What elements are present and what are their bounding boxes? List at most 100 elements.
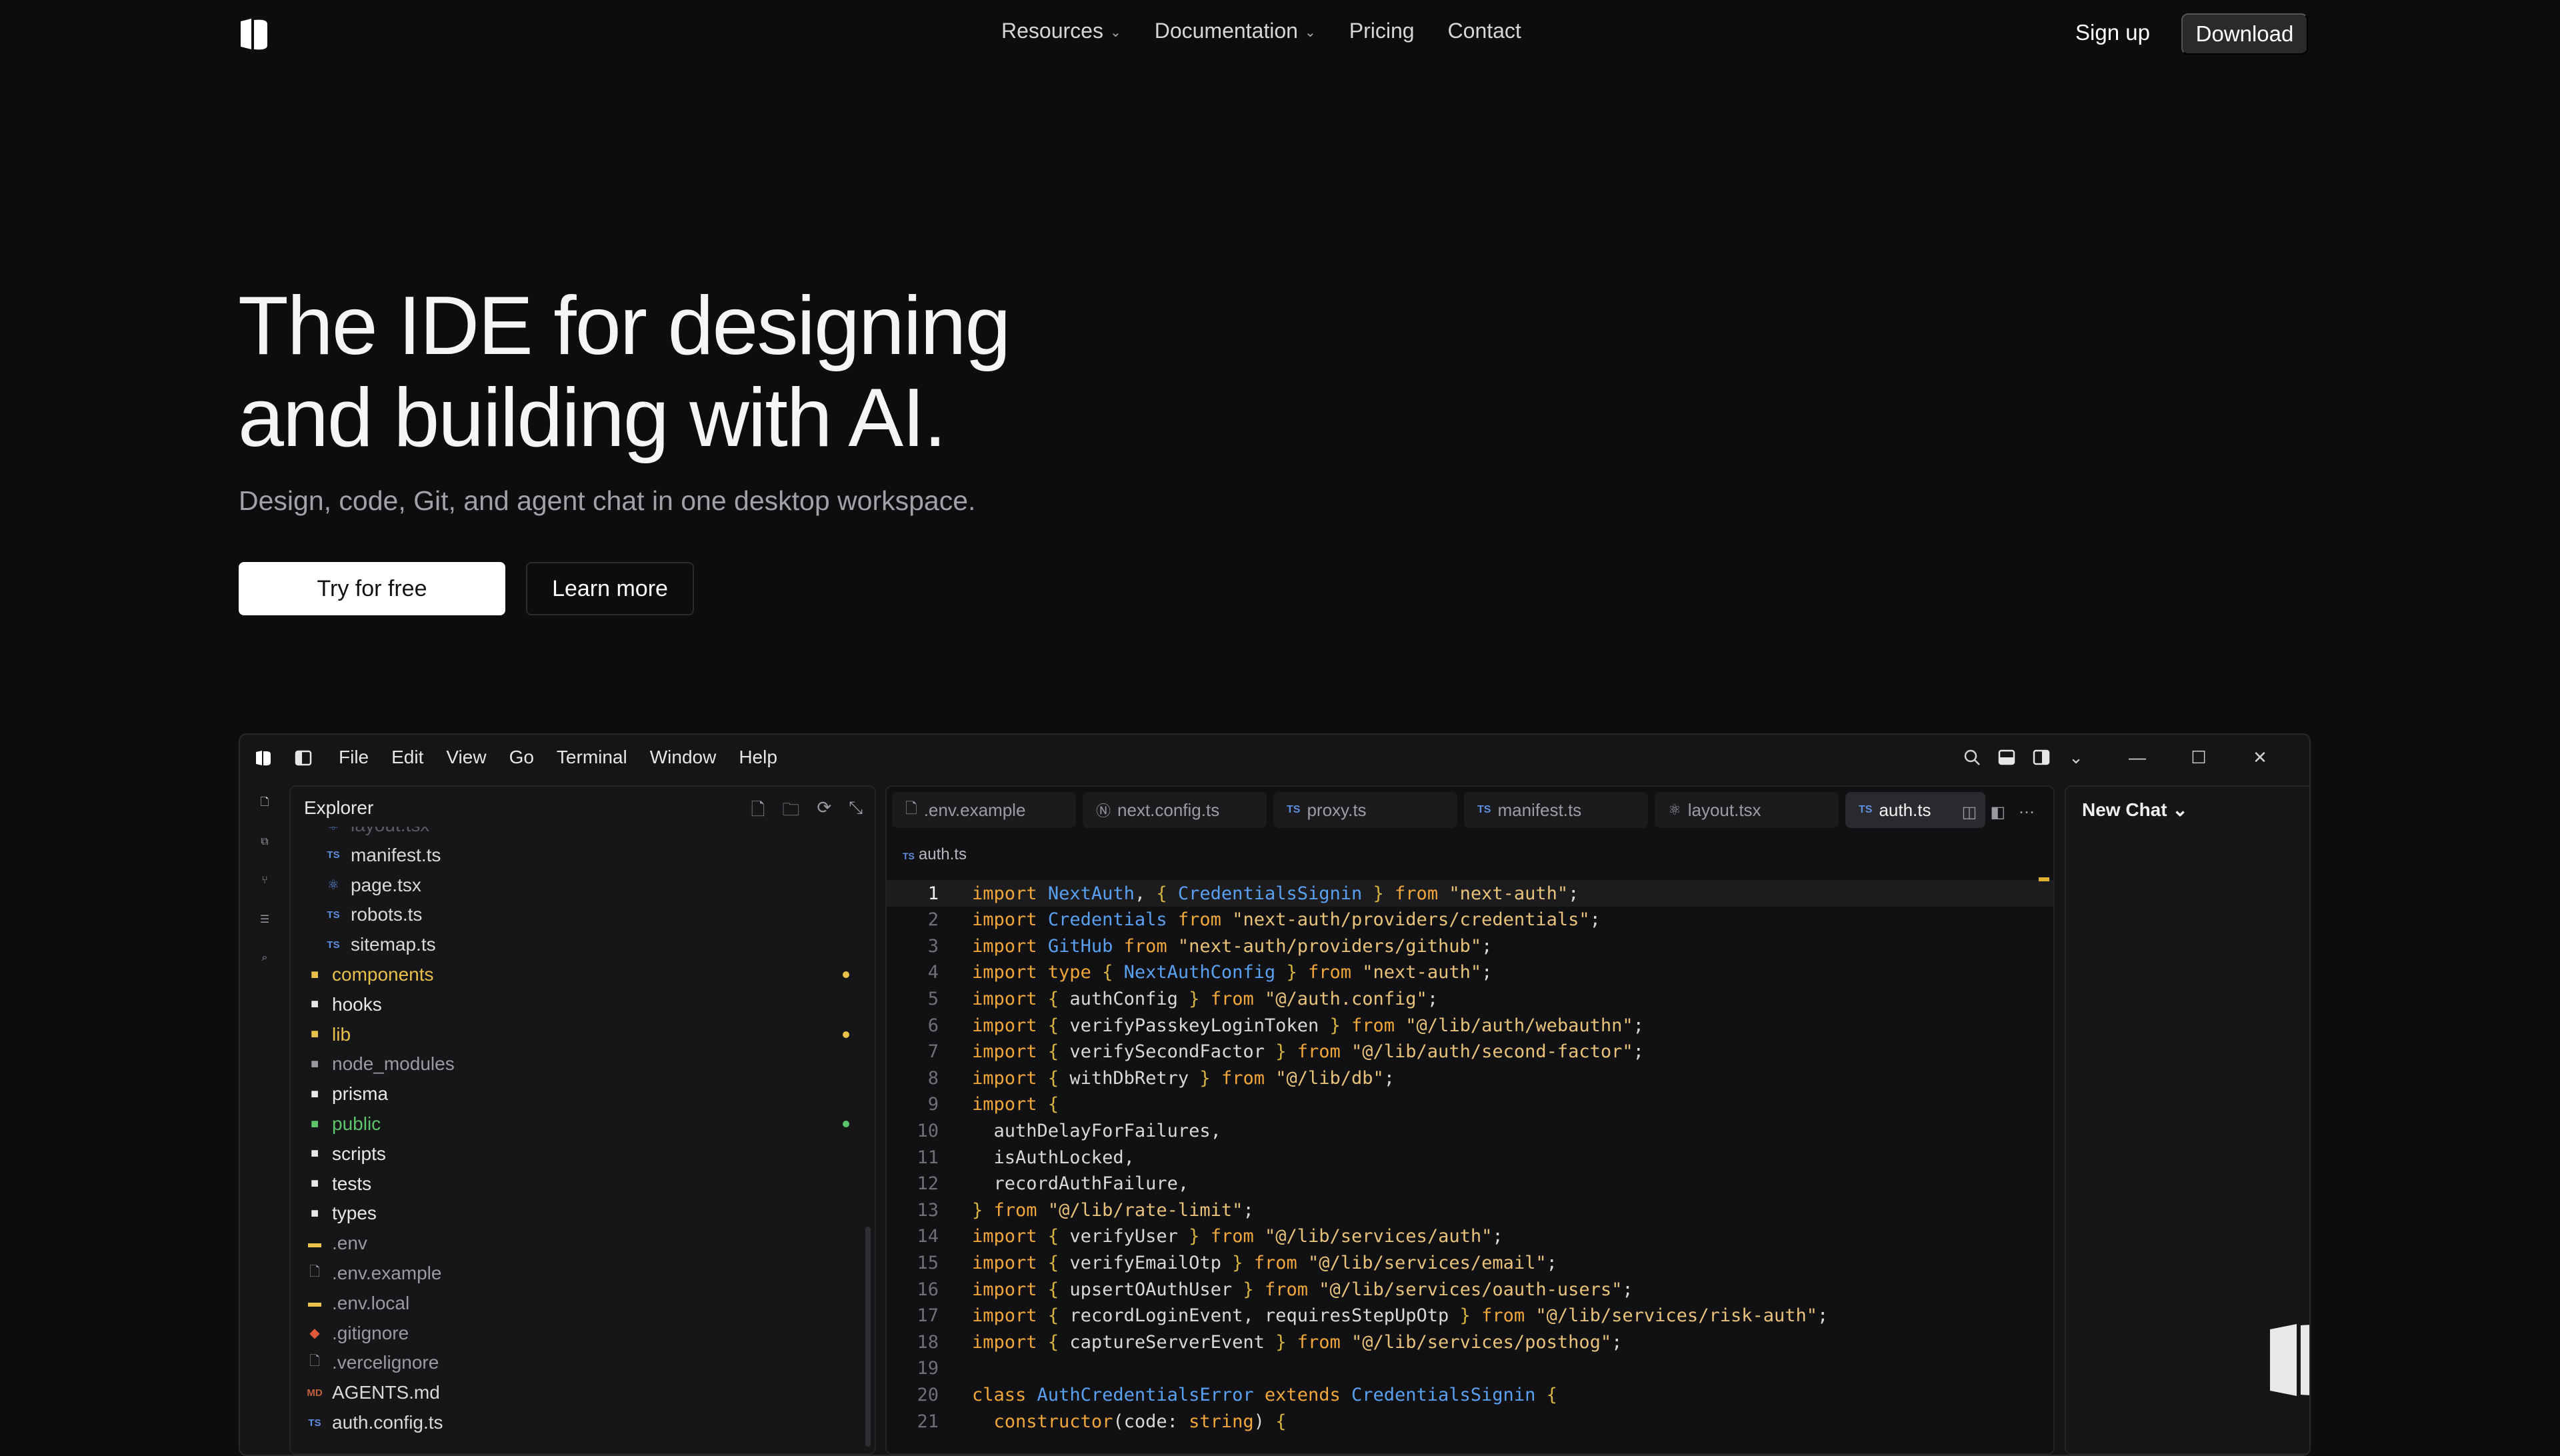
tree-item[interactable]: ⚛ page.tsx (291, 871, 875, 900)
tree-item[interactable]: ■ hooks (291, 990, 875, 1019)
breadcrumb[interactable]: TS auth.ts (903, 845, 967, 864)
tree-item[interactable]: 🗋 .vercelignore (291, 1348, 875, 1377)
git-branch-icon[interactable]: ⑂ (255, 871, 275, 891)
tree-item-label: auth.config.ts (332, 1412, 443, 1433)
tree-item[interactable]: 🗋 .env.example (291, 1259, 875, 1288)
tab-label: proxy.ts (1307, 799, 1367, 820)
tree-item[interactable]: ■ node_modules (291, 1049, 875, 1079)
nav-documentation[interactable]: Documentation ⌄ (1155, 19, 1316, 43)
tree-item[interactable]: MD AGENTS.md (291, 1378, 875, 1407)
nav-pricing[interactable]: Pricing (1349, 19, 1415, 43)
code-text: import { verifyUser } from "@/lib/servic… (972, 1226, 1503, 1247)
menu-help[interactable]: Help (739, 747, 777, 768)
line-number: 8 (927, 1067, 939, 1089)
tab-proxy-ts[interactable]: TS proxy.ts (1273, 792, 1457, 828)
file-icon: 🗋 (309, 1265, 321, 1279)
ide-titlebar: File Edit View Go Terminal Window Help ⌄… (240, 735, 2309, 779)
line-number: 1 (927, 883, 939, 904)
tree-item[interactable]: ⚛ layout.tsx (291, 827, 875, 840)
code-text: import { authConfig } from "@/auth.confi… (972, 988, 1439, 1009)
line-number: 21 (917, 1411, 939, 1432)
tab-label: auth.ts (1879, 799, 1931, 820)
tree-item[interactable]: ■ components (291, 960, 875, 989)
code-text: import NextAuth, { CredentialsSignin } f… (972, 883, 1579, 904)
env-icon: ▬ (308, 1235, 321, 1251)
folder-icon: ■ (310, 997, 319, 1012)
brand-logo-icon[interactable] (238, 16, 270, 52)
tree-item[interactable]: ▬ .env (291, 1229, 875, 1258)
code-text: import Credentials from "next-auth/provi… (972, 909, 1601, 931)
tree-item[interactable]: TS manifest.ts (291, 841, 875, 870)
tree-item-label: manifest.ts (351, 844, 441, 865)
download-button[interactable]: Download (2181, 13, 2308, 55)
maximize-icon[interactable]: ☐ (2181, 745, 2216, 769)
search-icon[interactable] (1955, 745, 1989, 769)
tree-item-label: robots.ts (351, 904, 423, 925)
menu-window[interactable]: Window (650, 747, 717, 768)
app-logo-icon (2270, 1324, 2309, 1396)
panel-right-icon[interactable] (2024, 745, 2059, 769)
tree-item[interactable]: ▬ .env.local (291, 1289, 875, 1318)
more-icon[interactable]: ⋯ (2019, 803, 2035, 822)
code-text: import { verifySecondFactor } from "@/li… (972, 1041, 1644, 1063)
folder-icon: ■ (310, 1086, 319, 1101)
panel-bottom-icon[interactable] (1989, 745, 2024, 769)
tree-item[interactable]: ■ tests (291, 1169, 875, 1199)
folder-icon: ■ (310, 1116, 319, 1131)
activity-bar: 🗋 ⧉ ⑂ ☰ ⌕ (240, 779, 289, 1455)
tab-env-example[interactable]: 🗋 .env.example (892, 792, 1076, 828)
tree-item[interactable]: TS auth.config.ts (291, 1408, 875, 1437)
try-for-free-button[interactable]: Try for free (239, 562, 505, 615)
nav-contact-label: Contact (1447, 19, 1521, 43)
chevron-down-icon[interactable]: ⌄ (2059, 745, 2093, 769)
git-icon: ◆ (309, 1326, 320, 1341)
split-preview-icon[interactable]: ◫ (1962, 803, 1977, 822)
collapse-icon[interactable]: ⤡ (849, 797, 863, 827)
menu-go[interactable]: Go (509, 747, 534, 768)
close-icon[interactable]: ✕ (2243, 745, 2277, 769)
line-number: 15 (917, 1252, 939, 1273)
tree-item[interactable]: ■ scripts (291, 1139, 875, 1169)
split-editor-icon[interactable]: ◧ (1990, 803, 2005, 822)
code-line: 2 import Credentials from "next-auth/prov… (887, 907, 2053, 933)
tree-item[interactable]: TS robots.ts (291, 900, 875, 929)
code-text: import { (972, 1094, 1059, 1115)
tree-item[interactable]: ■ types (291, 1199, 875, 1228)
code-text: isAuthLocked, (972, 1147, 1135, 1168)
tree-item-label: types (332, 1203, 377, 1224)
learn-more-button[interactable]: Learn more (526, 562, 694, 615)
tree-item[interactable]: ■ prisma (291, 1079, 875, 1109)
list-icon[interactable]: ☰ (255, 909, 275, 929)
tree-item[interactable]: ■ public (291, 1109, 875, 1139)
nav-resources[interactable]: Resources ⌄ (1001, 19, 1121, 43)
chevron-down-icon: ⌄ (2172, 799, 2188, 820)
tab-manifest-ts[interactable]: TS manifest.ts (1464, 792, 1648, 828)
tab-next-config-ts[interactable]: Ⓝnext.config.ts (1083, 792, 1267, 828)
new-folder-icon[interactable]: 🗀 (782, 797, 799, 827)
tree-item[interactable]: TS sitemap.ts (291, 930, 875, 959)
menu-file[interactable]: File (339, 747, 369, 768)
search-icon[interactable]: ⌕ (255, 948, 275, 968)
new-file-icon[interactable]: 🗋 (751, 797, 765, 827)
env-icon: ▬ (308, 1295, 321, 1311)
copy-icon[interactable]: ⧉ (255, 832, 275, 852)
menu-edit[interactable]: Edit (391, 747, 423, 768)
signup-link[interactable]: Sign up (2075, 20, 2150, 45)
tree-item[interactable]: ■ lib (291, 1020, 875, 1049)
refresh-icon[interactable]: ⟳ (817, 797, 831, 827)
files-icon[interactable]: 🗋 (255, 793, 275, 813)
menu-view[interactable]: View (446, 747, 486, 768)
tree-item[interactable]: ◆ .gitignore (291, 1319, 875, 1348)
chat-selector[interactable]: New Chat ⌄ (2082, 799, 2188, 821)
ide-window: File Edit View Go Terminal Window Help ⌄… (239, 733, 2311, 1456)
code-line: 19 (887, 1355, 2053, 1382)
breadcrumb-file: auth.ts (918, 845, 967, 863)
tab-label: layout.tsx (1687, 799, 1761, 820)
minimize-icon[interactable]: — (2120, 745, 2155, 769)
nav-contact[interactable]: Contact (1448, 19, 1521, 43)
tab-layout-tsx[interactable]: ⚛ layout.tsx (1655, 792, 1839, 828)
menu-terminal[interactable]: Terminal (557, 747, 627, 768)
sidebar-toggle-icon[interactable] (295, 749, 312, 767)
explorer-scrollbar[interactable] (865, 1227, 871, 1447)
code-line: 5 import { authConfig } from "@/auth.conf… (887, 985, 2053, 1012)
